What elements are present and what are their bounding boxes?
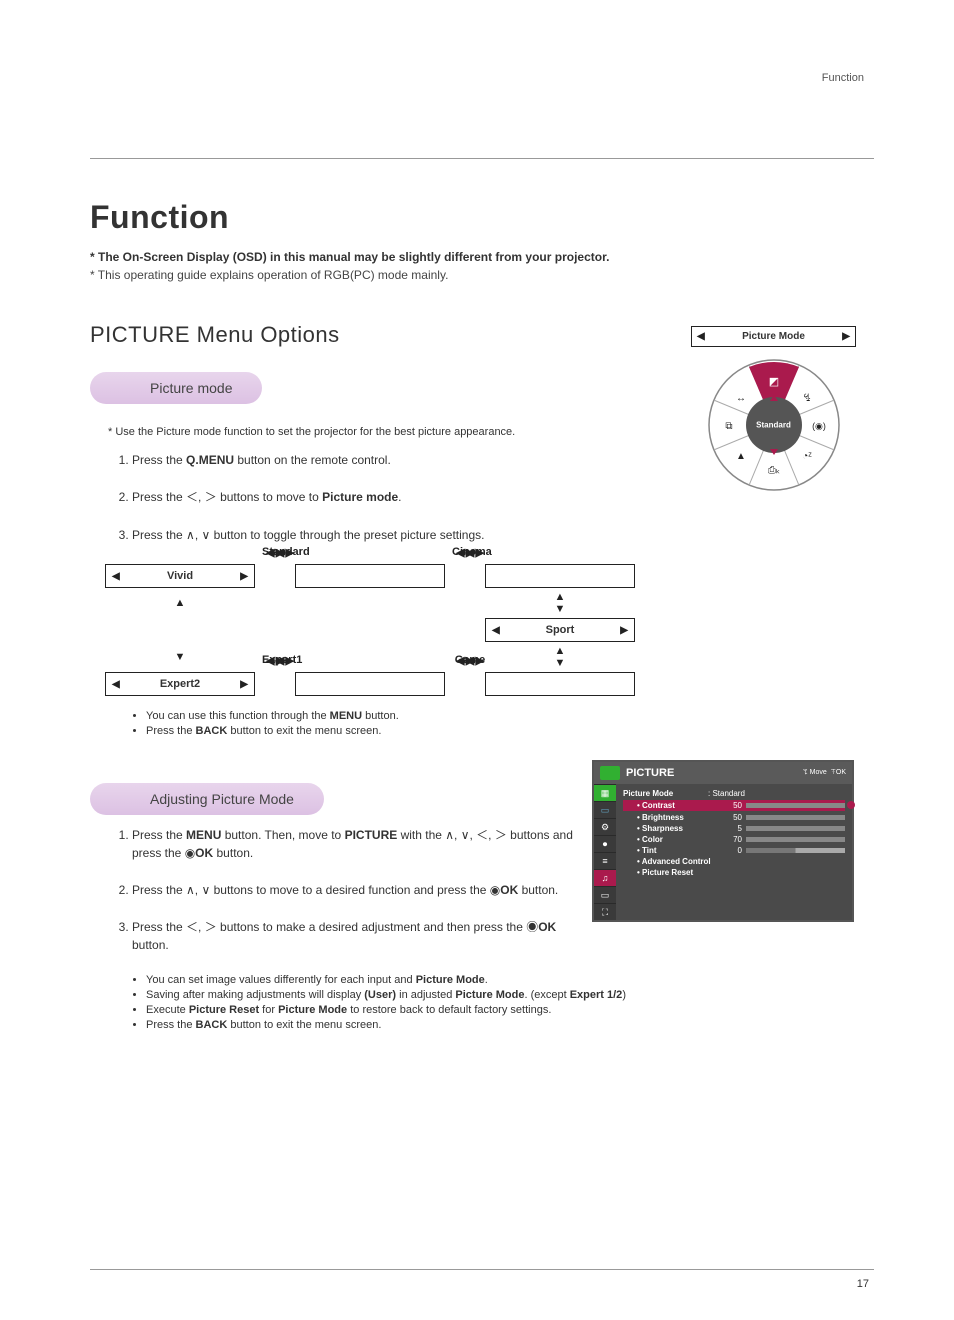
v-arrow-icon: ▲▼ — [485, 642, 635, 672]
osd-item-contrast: • Contrast 50 — [623, 800, 845, 811]
svg-text:⧉: ⧉ — [725, 421, 732, 432]
osd-item-color: • Color 70 — [623, 835, 845, 844]
mode-standard: ◀—▶◀Standard▶ — [295, 564, 445, 588]
mode-expert1: ◀—▶◀Expert1▶ — [295, 672, 445, 696]
quick-menu-wheel: ◀ Picture Mode ▶ ◩ — [691, 326, 856, 495]
picture-mode-bullets: You can use this function through the ME… — [90, 710, 660, 737]
wheel-selected-label: Standard — [756, 421, 791, 430]
sidebar-icon: ≡ — [594, 852, 616, 869]
osd-sidebar: ▦ ▭ ⚙ ⏺ ≡ ♫ ▭ ⛶ — [594, 784, 616, 920]
osd-item-reset: • Picture Reset — [623, 868, 845, 877]
mode-vivid: ◀Vivid▶ — [105, 564, 255, 588]
step-1: Press the Q.MENU button on the remote co… — [132, 452, 660, 469]
adjusting-picture-mode-heading: Adjusting Picture Mode — [90, 783, 324, 815]
picture-mode-heading: Picture mode — [90, 372, 262, 404]
osd-picture-menu: PICTURE ꔂ Move ꔉOK ▦ ▭ ⚙ ⏺ ≡ ♫ ▭ ⛶ Pictu… — [592, 760, 854, 922]
v-arrow-icon: ▲ — [105, 588, 255, 618]
v-arrow-icon: ▲▼ — [485, 588, 635, 618]
svg-text:↔: ↔ — [736, 393, 746, 404]
sidebar-icon: ⏺ — [594, 835, 616, 852]
sidebar-icon: ⚙ — [594, 818, 616, 835]
intro-bold: * The On-Screen Display (OSD) in this ma… — [90, 250, 874, 264]
svg-text:◔ᶻ: ◔ᶻ — [802, 451, 812, 462]
mode-game: ◀—▶◀Game▶ — [485, 672, 635, 696]
left-arrow-icon: ◀ — [692, 331, 710, 342]
osd-item-brightness: • Brightness 50 — [623, 813, 845, 822]
sidebar-icon: ▭ — [594, 801, 616, 818]
osd-icon — [600, 766, 620, 780]
header-section-label: Function — [822, 72, 864, 84]
osd-item-sharpness: • Sharpness 5 — [623, 824, 845, 833]
mode-expert2: ◀Expert2▶ — [105, 672, 255, 696]
picture-mode-steps: Press the Q.MENU button on the remote co… — [90, 452, 660, 544]
svg-text:▲: ▲ — [736, 451, 746, 462]
mode-cycle-diagram: ◀Vivid▶ ◀—▶◀Standard▶ ◀—▶◀Cinema▶ ▲ ▲▼ ◀… — [105, 564, 660, 696]
page-title: Function — [90, 199, 874, 236]
intro-note: * This operating guide explains operatio… — [90, 268, 874, 282]
mode-cinema: ◀—▶◀Cinema▶ — [485, 564, 635, 588]
top-divider — [90, 158, 874, 159]
v-arrow-icon: ▼ — [105, 642, 255, 672]
adjusting-steps: Press the MENU button. Then, move to PIC… — [90, 827, 582, 954]
svg-text:ꔈ: ꔈ — [803, 393, 811, 404]
adjusting-bullets: You can set image values differently for… — [90, 974, 874, 1031]
svg-text:(◉): (◉) — [812, 421, 826, 431]
sidebar-icon: ▭ — [594, 886, 616, 903]
right-arrow-icon: ▶ — [837, 331, 855, 342]
svg-text:◩: ◩ — [768, 376, 778, 388]
step-3: Press the ∧, ∨ button to toggle through … — [132, 527, 660, 544]
footer-divider — [90, 1269, 874, 1270]
osd-item-advanced: • Advanced Control — [623, 857, 845, 866]
mode-sport: ◀Sport▶ — [485, 618, 635, 642]
page-number: 17 — [857, 1278, 869, 1290]
step-2: Press the ＜, ＞ buttons to move to Pictur… — [132, 489, 660, 506]
sidebar-picture-icon: ▦ — [594, 784, 616, 801]
svg-text:⎙ₖ: ⎙ₖ — [767, 465, 779, 476]
osd-title: PICTURE — [626, 767, 803, 779]
sidebar-icon: ♫ — [594, 869, 616, 886]
sidebar-icon: ⛶ — [594, 903, 616, 920]
osd-item-tint: • Tint 0 — [623, 846, 845, 855]
